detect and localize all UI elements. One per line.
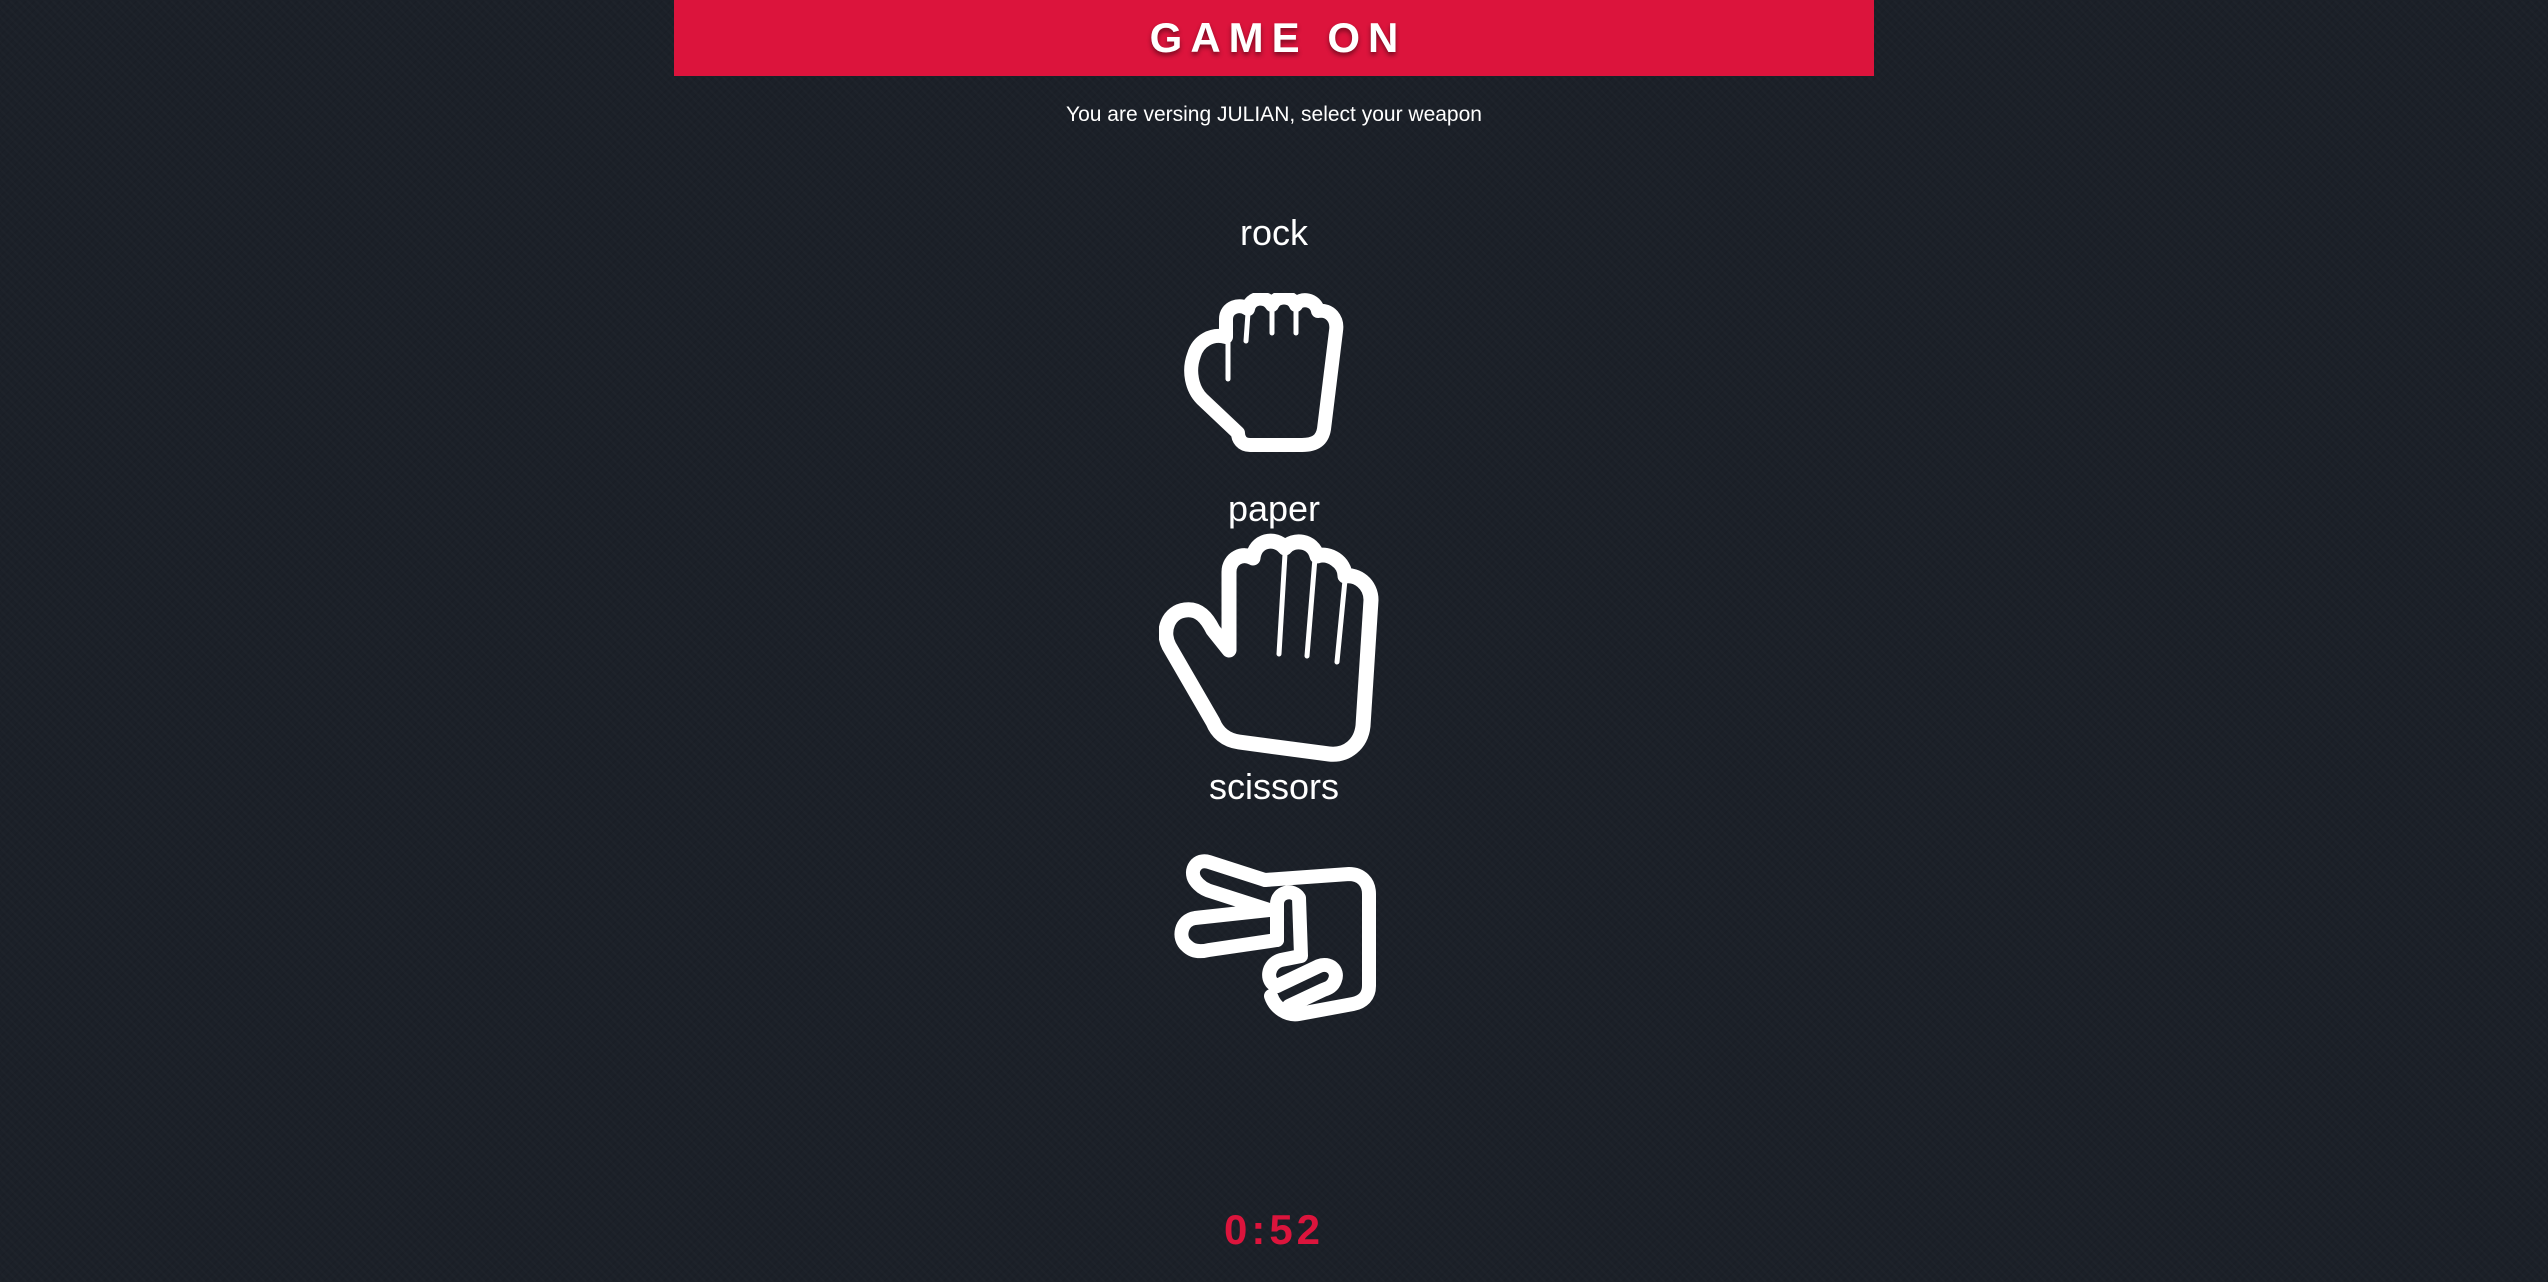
weapon-paper-button[interactable]: paper xyxy=(1124,480,1424,770)
header-banner: GAME ON xyxy=(674,0,1874,76)
weapon-paper-label: paper xyxy=(1227,488,1321,529)
opponent-prompt: You are versing JULIAN, select your weap… xyxy=(1066,103,1482,126)
weapon-rock-button[interactable]: rock xyxy=(1124,205,1424,460)
page-title: GAME ON xyxy=(1149,14,1407,61)
rock-fist-icon xyxy=(1124,293,1424,463)
paper-hand-icon xyxy=(1124,530,1424,770)
weapon-scissors-button[interactable]: scissors xyxy=(1124,756,1424,1022)
countdown-timer: 0:52 xyxy=(1223,1206,1325,1253)
weapon-rock-label: rock xyxy=(1239,212,1308,253)
scissors-hand-icon xyxy=(1124,836,1424,1026)
weapon-scissors-label: scissors xyxy=(1208,766,1339,807)
